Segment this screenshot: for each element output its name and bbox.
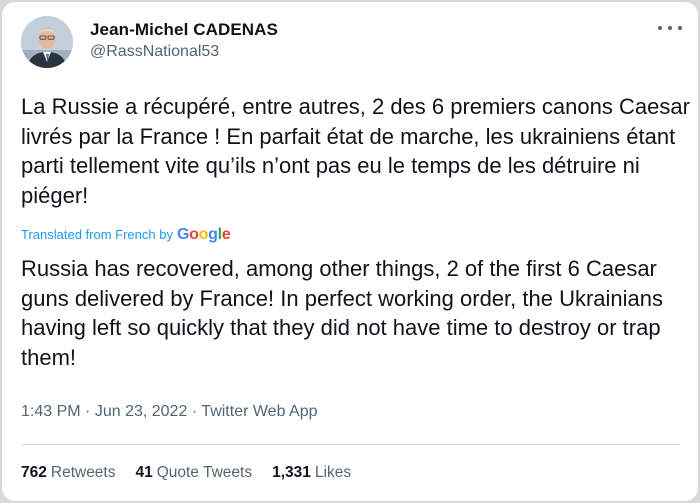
translated-label: Translated from French by (21, 227, 173, 242)
quote-tweets-label: Quote Tweets (156, 464, 253, 481)
author-display-name[interactable]: Jean-Michel CADENAS (90, 20, 278, 40)
google-logo: Google (176, 226, 231, 243)
retweets-count: 762 (21, 464, 47, 481)
likes-label: Likes (314, 464, 352, 481)
tweet-meta: 1:43 PM · Jun 23, 2022 · Twitter Web App (21, 403, 318, 421)
more-dot (668, 26, 672, 30)
meta-separator: · (85, 403, 95, 420)
divider (21, 444, 679, 445)
more-dot (658, 26, 662, 30)
likes-stat[interactable]: 1,331 Likes (272, 464, 351, 482)
translated-tweet-text: Russia has recovered, among other things… (21, 256, 663, 370)
retweets-label: Retweets (50, 464, 116, 481)
tweet-time[interactable]: 1:43 PM (21, 403, 81, 420)
avatar[interactable] (21, 16, 73, 68)
tweet-source: Twitter Web App (201, 403, 318, 420)
quote-tweets-count: 41 (135, 464, 153, 481)
likes-count: 1,331 (272, 464, 311, 481)
quote-tweets-stat[interactable]: 41 Quote Tweets (136, 464, 253, 482)
author-handle[interactable]: @RassNational53 (90, 43, 219, 61)
retweets-stat[interactable]: 762 Retweets (21, 464, 116, 482)
more-dot (678, 26, 682, 30)
tweet-date[interactable]: Jun 23, 2022 (95, 403, 188, 420)
more-options-icon[interactable] (658, 21, 682, 35)
translation-attribution[interactable]: Translated from French by Google (21, 226, 231, 244)
tweet-card: Jean-Michel CADENAS @RassNational53 La R… (1, 1, 699, 502)
profile-photo-icon (21, 16, 73, 68)
tweet-text: La Russie a récupéré, entre autres, 2 de… (21, 94, 690, 208)
meta-separator: · (191, 403, 202, 420)
tweet-stats: 762 Retweets 41 Quote Tweets 1,331 Likes (21, 464, 371, 482)
